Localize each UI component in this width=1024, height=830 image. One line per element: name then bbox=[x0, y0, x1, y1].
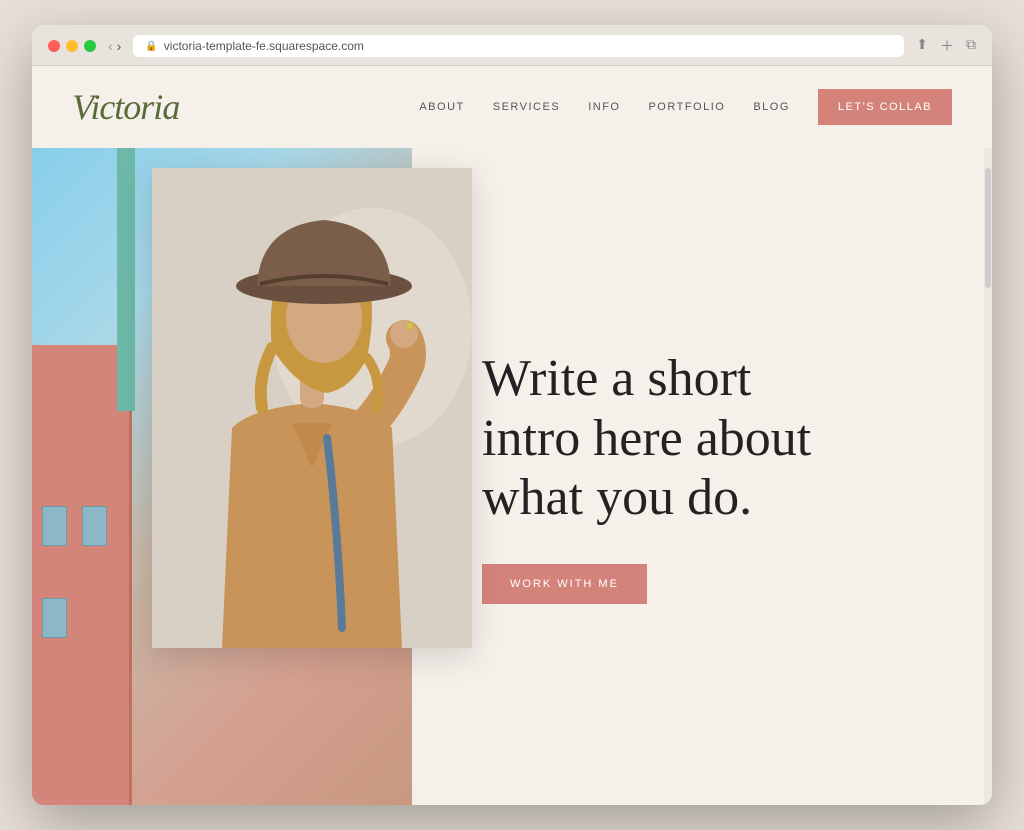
hero-content: Write a short intro here about what you … bbox=[432, 148, 992, 805]
nav-links: ABOUT SERVICES INFO PORTFOLIO BLOG LET'S… bbox=[419, 89, 952, 125]
person-illustration bbox=[152, 168, 472, 648]
website-content: Victoria ABOUT SERVICES INFO PORTFOLIO B… bbox=[32, 66, 992, 805]
new-tab-icon[interactable]: ＋ bbox=[940, 36, 954, 56]
lock-icon: 🔒 bbox=[145, 41, 157, 52]
building-window-3 bbox=[42, 598, 67, 638]
share-icon[interactable]: ⬆ bbox=[916, 36, 928, 56]
hero-photo-card bbox=[152, 168, 472, 648]
nav-about[interactable]: ABOUT bbox=[419, 101, 464, 113]
work-with-me-button[interactable]: WORK WITH ME bbox=[482, 564, 647, 604]
site-logo[interactable]: Victoria bbox=[72, 86, 179, 128]
nav-chevrons: ‹ › bbox=[108, 38, 121, 54]
url-text: victoria-template-fe.squarespace.com bbox=[164, 39, 364, 53]
browser-chrome: ‹ › 🔒 victoria-template-fe.squarespace.c… bbox=[32, 25, 992, 66]
teal-architectural-stripe bbox=[117, 148, 135, 411]
woman-illustration-svg bbox=[152, 168, 472, 648]
browser-window: ‹ › 🔒 victoria-template-fe.squarespace.c… bbox=[32, 25, 992, 805]
navigation: Victoria ABOUT SERVICES INFO PORTFOLIO B… bbox=[32, 66, 992, 148]
back-button[interactable]: ‹ bbox=[108, 38, 113, 54]
address-bar[interactable]: 🔒 victoria-template-fe.squarespace.com bbox=[133, 35, 904, 57]
nav-portfolio[interactable]: PORTFOLIO bbox=[648, 101, 725, 113]
minimize-button[interactable] bbox=[66, 40, 78, 52]
nav-info[interactable]: INFO bbox=[588, 101, 620, 113]
nav-blog[interactable]: BLOG bbox=[753, 101, 790, 113]
hero-headline: Write a short intro here about what you … bbox=[482, 349, 862, 528]
nav-services[interactable]: SERVICES bbox=[493, 101, 560, 113]
lets-collab-button[interactable]: LET'S COLLAB bbox=[818, 89, 952, 125]
browser-actions: ⬆ ＋ ⧉ bbox=[916, 36, 976, 56]
building-window-1 bbox=[42, 506, 67, 546]
browser-controls: ‹ › bbox=[108, 38, 121, 54]
tabs-icon[interactable]: ⧉ bbox=[966, 36, 976, 56]
building-left bbox=[32, 345, 132, 805]
hero-section: Write a short intro here about what you … bbox=[32, 148, 992, 805]
traffic-lights bbox=[48, 40, 96, 52]
forward-button[interactable]: › bbox=[117, 38, 122, 54]
close-button[interactable] bbox=[48, 40, 60, 52]
building-window-2 bbox=[82, 506, 107, 546]
maximize-button[interactable] bbox=[84, 40, 96, 52]
